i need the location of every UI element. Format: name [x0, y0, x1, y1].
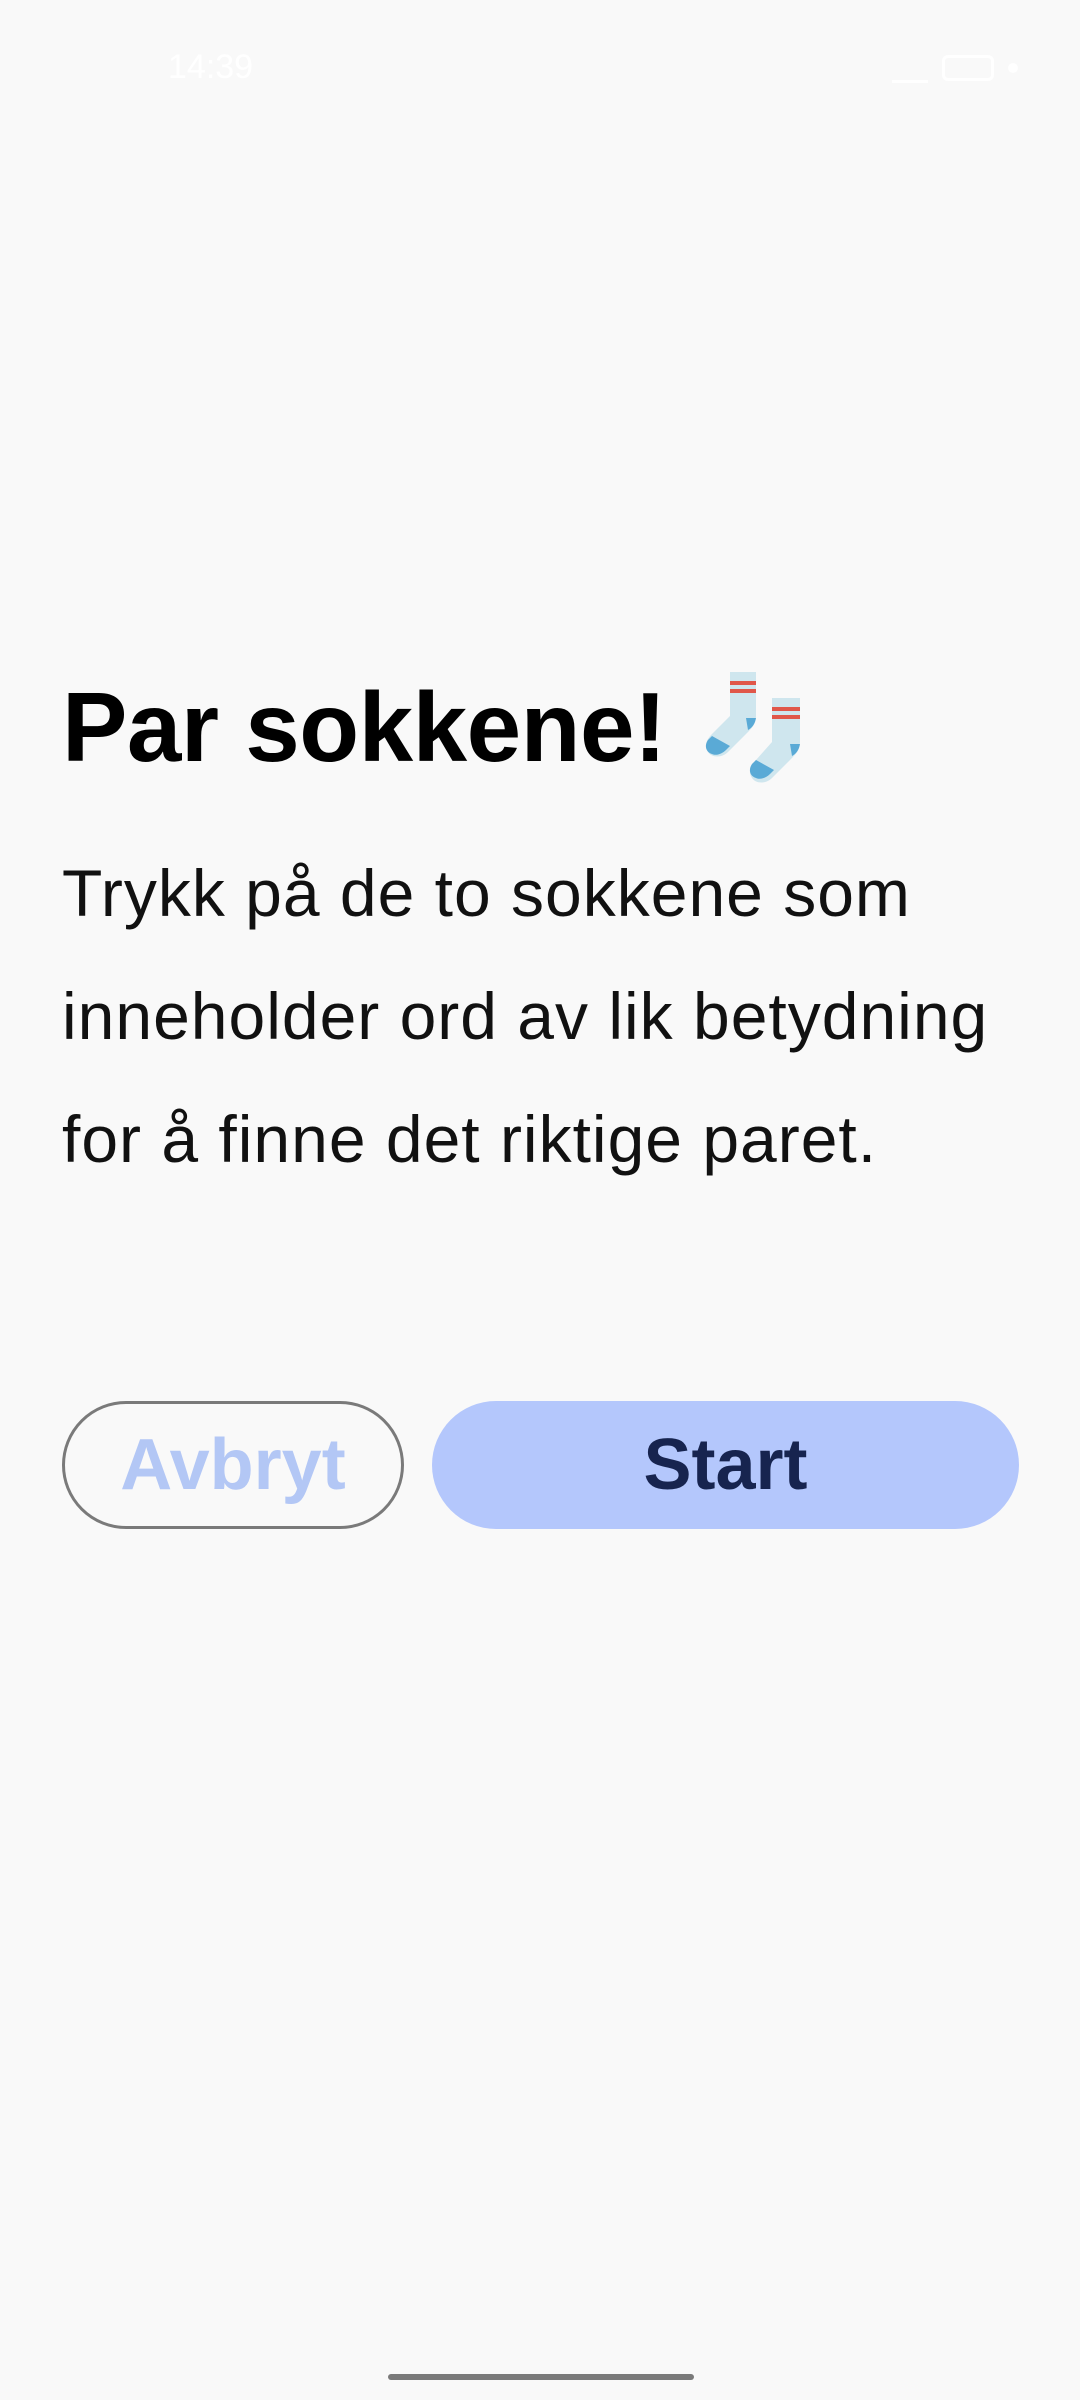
socks-icon	[706, 672, 801, 783]
instructions-text: Trykk på de to sokkene som inneholder or…	[62, 856, 989, 1176]
battery-icon	[942, 54, 994, 81]
notification-dot-icon	[1008, 62, 1018, 73]
start-button[interactable]: Start	[432, 1401, 1019, 1529]
title-row: Par sokkene!	[62, 668, 816, 786]
signal-icon	[892, 52, 928, 83]
cancel-button[interactable]: Avbryt	[62, 1401, 404, 1529]
screen: 14:39 Par sokkene! Trykk på de to sokken…	[0, 0, 1080, 2400]
status-time: 14:39	[168, 48, 254, 86]
status-bar: 14:39	[0, 0, 1080, 130]
page-title: Par sokkene!	[62, 672, 667, 782]
home-indicator[interactable]	[388, 2374, 694, 2380]
status-icons	[892, 52, 1018, 83]
